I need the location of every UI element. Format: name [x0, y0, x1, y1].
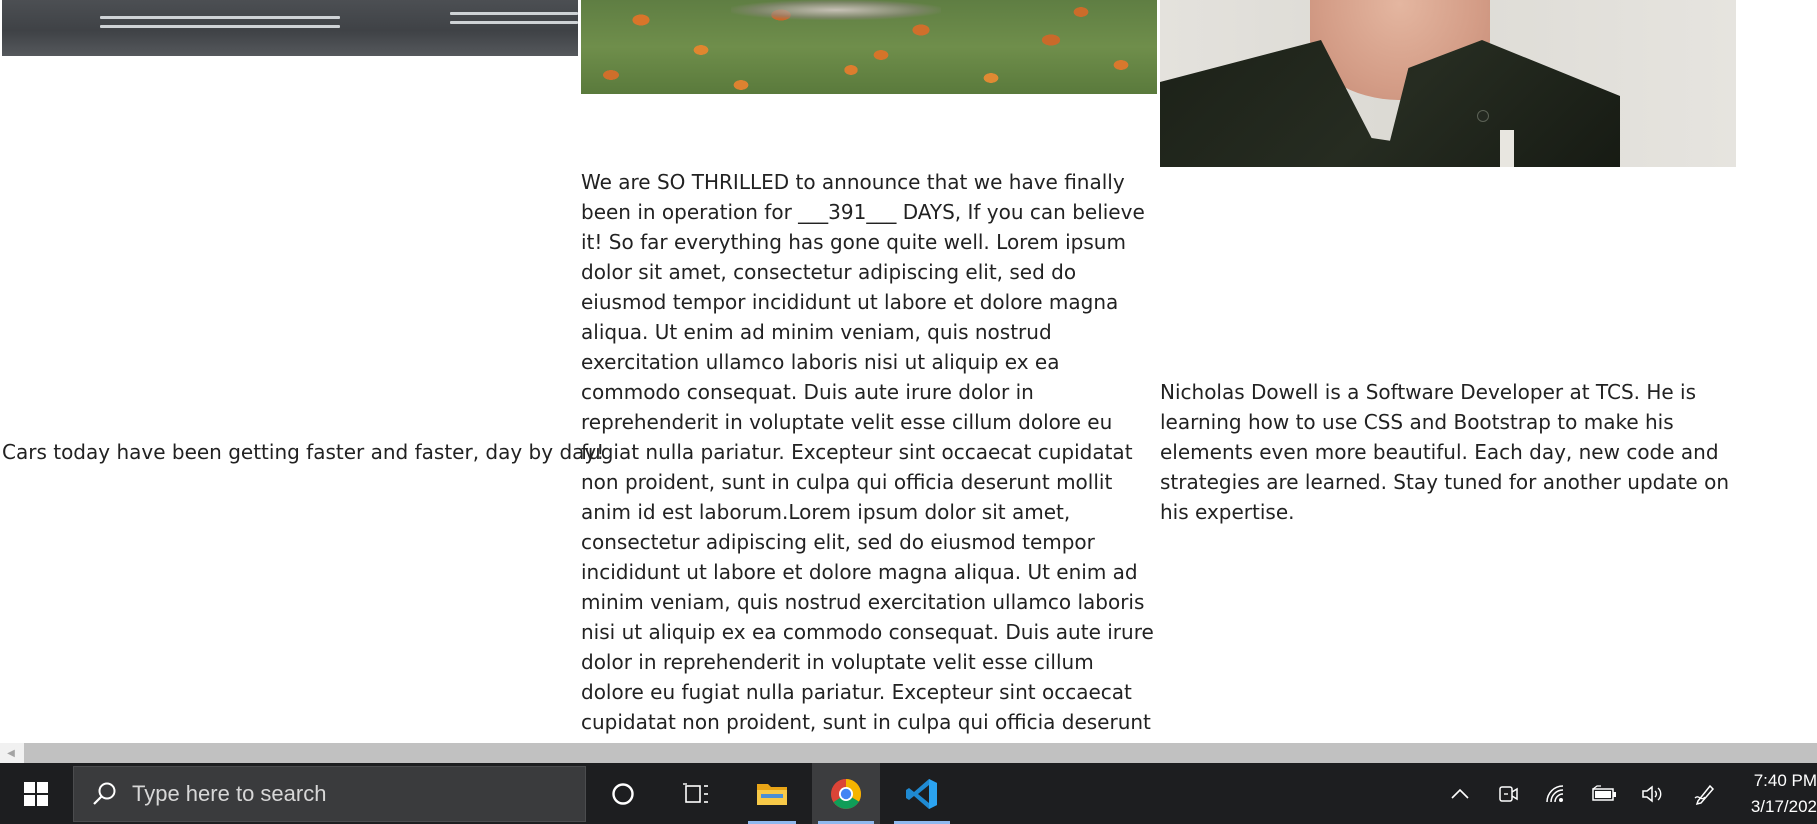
vscode-button[interactable]	[888, 763, 956, 824]
cortana-button[interactable]	[600, 763, 646, 824]
clock-time: 7:40 PM	[1753, 771, 1817, 790]
vscode-icon	[906, 778, 937, 809]
image-subject-edge	[731, 0, 941, 20]
clock-date: 3/17/202	[1750, 797, 1817, 816]
file-explorer-icon	[757, 783, 787, 805]
taskbar-search-box[interactable]: Type here to search	[73, 766, 586, 822]
lane-marking	[100, 25, 340, 28]
show-hidden-icons-button[interactable]	[1447, 781, 1473, 807]
task-view-icon	[683, 782, 708, 803]
search-placeholder: Type here to search	[132, 781, 327, 806]
windows-taskbar: Type here to search 7:40 PM 3/17/202	[0, 763, 1817, 824]
battery-button[interactable]	[1591, 781, 1617, 807]
lane-marking	[450, 12, 578, 15]
wifi-icon	[1546, 785, 1564, 803]
search-icon	[92, 781, 118, 811]
meet-now-icon	[1499, 786, 1518, 802]
horizontal-scrollbar[interactable]: ◀	[0, 743, 1817, 763]
pen-icon	[1694, 784, 1715, 806]
chrome-button[interactable]	[812, 763, 880, 824]
battery-icon	[1592, 785, 1616, 801]
task-view-button[interactable]	[674, 763, 720, 824]
scrollbar-thumb[interactable]	[24, 743, 1817, 763]
chrome-icon	[831, 778, 862, 809]
meet-now-button[interactable]	[1495, 781, 1521, 807]
chevron-up-icon	[1451, 788, 1469, 799]
scroll-left-arrow-icon[interactable]: ◀	[0, 743, 22, 763]
announcement-text: We are SO THRILLED to announce that we h…	[581, 170, 1154, 764]
portrait-image	[1160, 0, 1736, 167]
bio-text: Nicholas Dowell is a Software Developer …	[1160, 380, 1730, 524]
portrait-shirt-button	[1477, 110, 1489, 122]
volume-icon	[1642, 785, 1662, 803]
volume-button[interactable]	[1639, 781, 1665, 807]
road-image	[2, 0, 578, 56]
cortana-icon	[612, 782, 634, 805]
pen-workspace-button[interactable]	[1692, 781, 1718, 807]
grass-image	[581, 0, 1157, 94]
file-explorer-button[interactable]	[742, 763, 802, 824]
lane-marking	[450, 21, 578, 24]
start-button[interactable]	[0, 763, 72, 824]
system-clock[interactable]: 7:40 PM 3/17/202	[1742, 768, 1817, 820]
windows-logo-icon	[24, 781, 48, 806]
lane-marking	[100, 16, 340, 19]
portrait-undershirt	[1500, 130, 1514, 167]
network-button[interactable]	[1543, 781, 1569, 807]
cars-caption: Cars today have been getting faster and …	[2, 440, 605, 464]
